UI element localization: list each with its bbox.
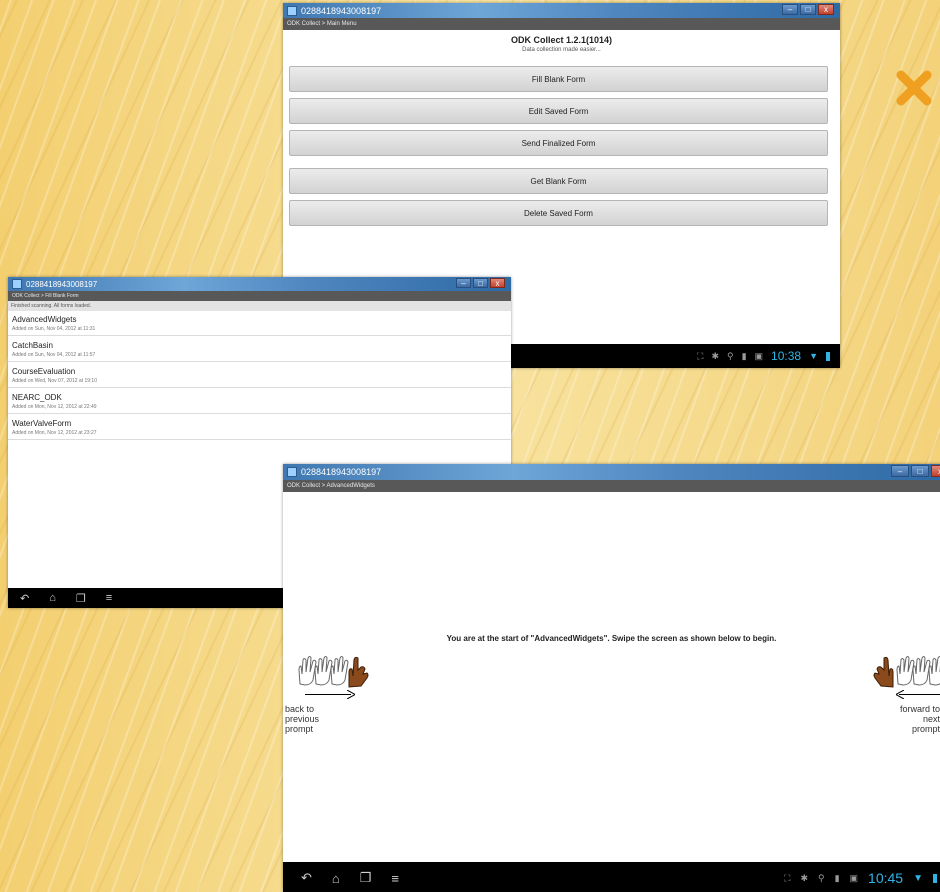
close-button[interactable]: x xyxy=(490,278,505,288)
battery-icon xyxy=(826,351,830,361)
window-titlebar[interactable]: 0288418943008197 – □ x xyxy=(283,464,940,480)
back-hint-line: previous xyxy=(285,714,320,724)
clock: 10:45 xyxy=(868,870,904,886)
forward-hint-line: forward to xyxy=(899,704,940,714)
window-title: 0288418943008197 xyxy=(301,467,382,477)
get-blank-form-button[interactable]: Get Blank Form xyxy=(289,168,828,194)
send-finalized-form-button[interactable]: Send Finalized Form xyxy=(289,130,828,156)
minimize-button[interactable]: – xyxy=(891,465,909,477)
form-name: AdvancedWidgets xyxy=(12,315,77,324)
swipe-right-arrow xyxy=(305,694,351,695)
navigation-bar: ↶ ⌂ ❐ ≡ ⛶ ✱ ⚲ ▮ ▣ 10:45 ▼ xyxy=(283,862,940,892)
maximize-button[interactable]: □ xyxy=(911,465,929,477)
minimize-button[interactable]: – xyxy=(456,278,471,288)
sd-card-icon: ▮ xyxy=(834,872,840,883)
window-titlebar[interactable]: 0288418943008197 – □ x xyxy=(283,3,840,18)
list-item[interactable]: WaterValveForm Added on Mon, Nov 12, 201… xyxy=(8,415,511,440)
minimize-button[interactable]: – xyxy=(782,4,798,15)
close-button[interactable]: x xyxy=(931,465,940,477)
recent-apps-icon[interactable]: ❐ xyxy=(360,870,372,886)
close-button[interactable]: x xyxy=(818,4,834,15)
swipe-left-arrow xyxy=(899,694,940,695)
recent-apps-icon[interactable]: ❐ xyxy=(76,592,86,605)
breadcrumb: ODK Collect > Fill Blank Form xyxy=(8,291,511,301)
home-icon[interactable]: ⌂ xyxy=(49,592,56,604)
start-message: You are at the start of "AdvancedWidgets… xyxy=(446,634,777,643)
form-start-window: 0288418943008197 – □ x ODK Collect > Adv… xyxy=(283,464,940,892)
form-name: WaterValveForm xyxy=(12,419,72,428)
forward-hint: forward to next prompt xyxy=(883,704,940,734)
menu-icon[interactable]: ≡ xyxy=(106,592,112,604)
delete-saved-form-button[interactable]: Delete Saved Form xyxy=(289,200,828,226)
android-debug-icon: ✱ xyxy=(711,350,719,361)
app-tagline: Data collection made easier... xyxy=(522,47,601,53)
swipe-right-hands-icon xyxy=(298,656,369,688)
forward-hint-line: prompt xyxy=(911,724,940,734)
breadcrumb: ODK Collect > AdvancedWidgets xyxy=(283,480,940,492)
form-name: CourseEvaluation xyxy=(12,367,76,376)
window-title: 0288418943008197 xyxy=(301,5,382,16)
wifi-icon: ▼ xyxy=(809,351,818,361)
usb-icon: ⚲ xyxy=(817,872,825,883)
list-item[interactable]: CourseEvaluation Added on Wed, Nov 07, 2… xyxy=(8,363,511,388)
home-icon[interactable]: ⌂ xyxy=(332,871,340,886)
arrow-left-icon xyxy=(896,690,904,699)
form-name: CatchBasin xyxy=(12,341,53,350)
app-window-icon xyxy=(287,5,297,16)
back-icon[interactable]: ↶ xyxy=(301,870,312,886)
form-date: Added on Mon, Nov 12, 2012 at 23:27 xyxy=(12,430,97,436)
menu-header: ODK Collect 1.2.1(1014) Data collection … xyxy=(283,33,840,53)
scan-status: Finished scanning. All forms loaded. xyxy=(8,301,511,311)
gallery-icon: ▣ xyxy=(849,872,859,883)
menu-icon[interactable]: ≡ xyxy=(391,871,399,886)
screenshot-icon: ⛶ xyxy=(784,872,791,883)
app-window-icon xyxy=(12,279,22,289)
fill-blank-form-button[interactable]: Fill Blank Form xyxy=(289,66,828,92)
screenshot-icon: ⛶ xyxy=(697,350,704,361)
back-hint-line: back to xyxy=(285,704,315,714)
form-date: Added on Mon, Nov 12, 2012 at 22:49 xyxy=(12,404,97,410)
form-name: NEARC_ODK xyxy=(12,393,62,402)
list-item[interactable]: NEARC_ODK Added on Mon, Nov 12, 2012 at … xyxy=(8,389,511,414)
maximize-button[interactable]: □ xyxy=(473,278,488,288)
form-date: Added on Wed, Nov 07, 2012 at 19:10 xyxy=(12,378,97,384)
sd-card-icon: ▮ xyxy=(741,350,747,361)
arrow-right-icon xyxy=(347,690,355,699)
clock: 10:38 xyxy=(771,349,802,363)
list-item[interactable]: CatchBasin Added on Sun, Nov 04, 2012 at… xyxy=(8,337,511,362)
list-item[interactable]: AdvancedWidgets Added on Sun, Nov 04, 20… xyxy=(8,311,511,336)
back-hint: back to previous prompt xyxy=(285,704,319,734)
forward-hint-line: next xyxy=(922,714,940,724)
app-window-icon xyxy=(287,467,297,477)
window-title: 0288418943008197 xyxy=(26,279,98,289)
maximize-button[interactable]: □ xyxy=(800,4,816,15)
form-date: Added on Sun, Nov 04, 2012 at 11:57 xyxy=(12,352,96,358)
system-status: ⛶ ✱ ⚲ ▮ ▣ 10:45 ▼ xyxy=(784,862,937,892)
usb-icon: ⚲ xyxy=(726,350,734,361)
android-debug-icon: ✱ xyxy=(800,872,808,883)
wifi-icon: ▼ xyxy=(913,872,923,884)
battery-icon xyxy=(933,873,937,883)
swipe-left-hands-icon xyxy=(873,656,940,688)
gallery-icon: ▣ xyxy=(754,350,764,361)
app-title: ODK Collect 1.2.1(1014) xyxy=(510,35,613,45)
breadcrumb: ODK Collect > Main Menu xyxy=(283,18,840,30)
edit-saved-form-button[interactable]: Edit Saved Form xyxy=(289,98,828,124)
back-icon[interactable]: ↶ xyxy=(20,592,29,605)
x-bullet-icon xyxy=(896,70,932,106)
form-date: Added on Sun, Nov 04, 2012 at 11:31 xyxy=(12,326,96,332)
window-titlebar[interactable]: 0288418943008197 – □ x xyxy=(8,277,511,291)
back-hint-line: prompt xyxy=(285,724,314,734)
